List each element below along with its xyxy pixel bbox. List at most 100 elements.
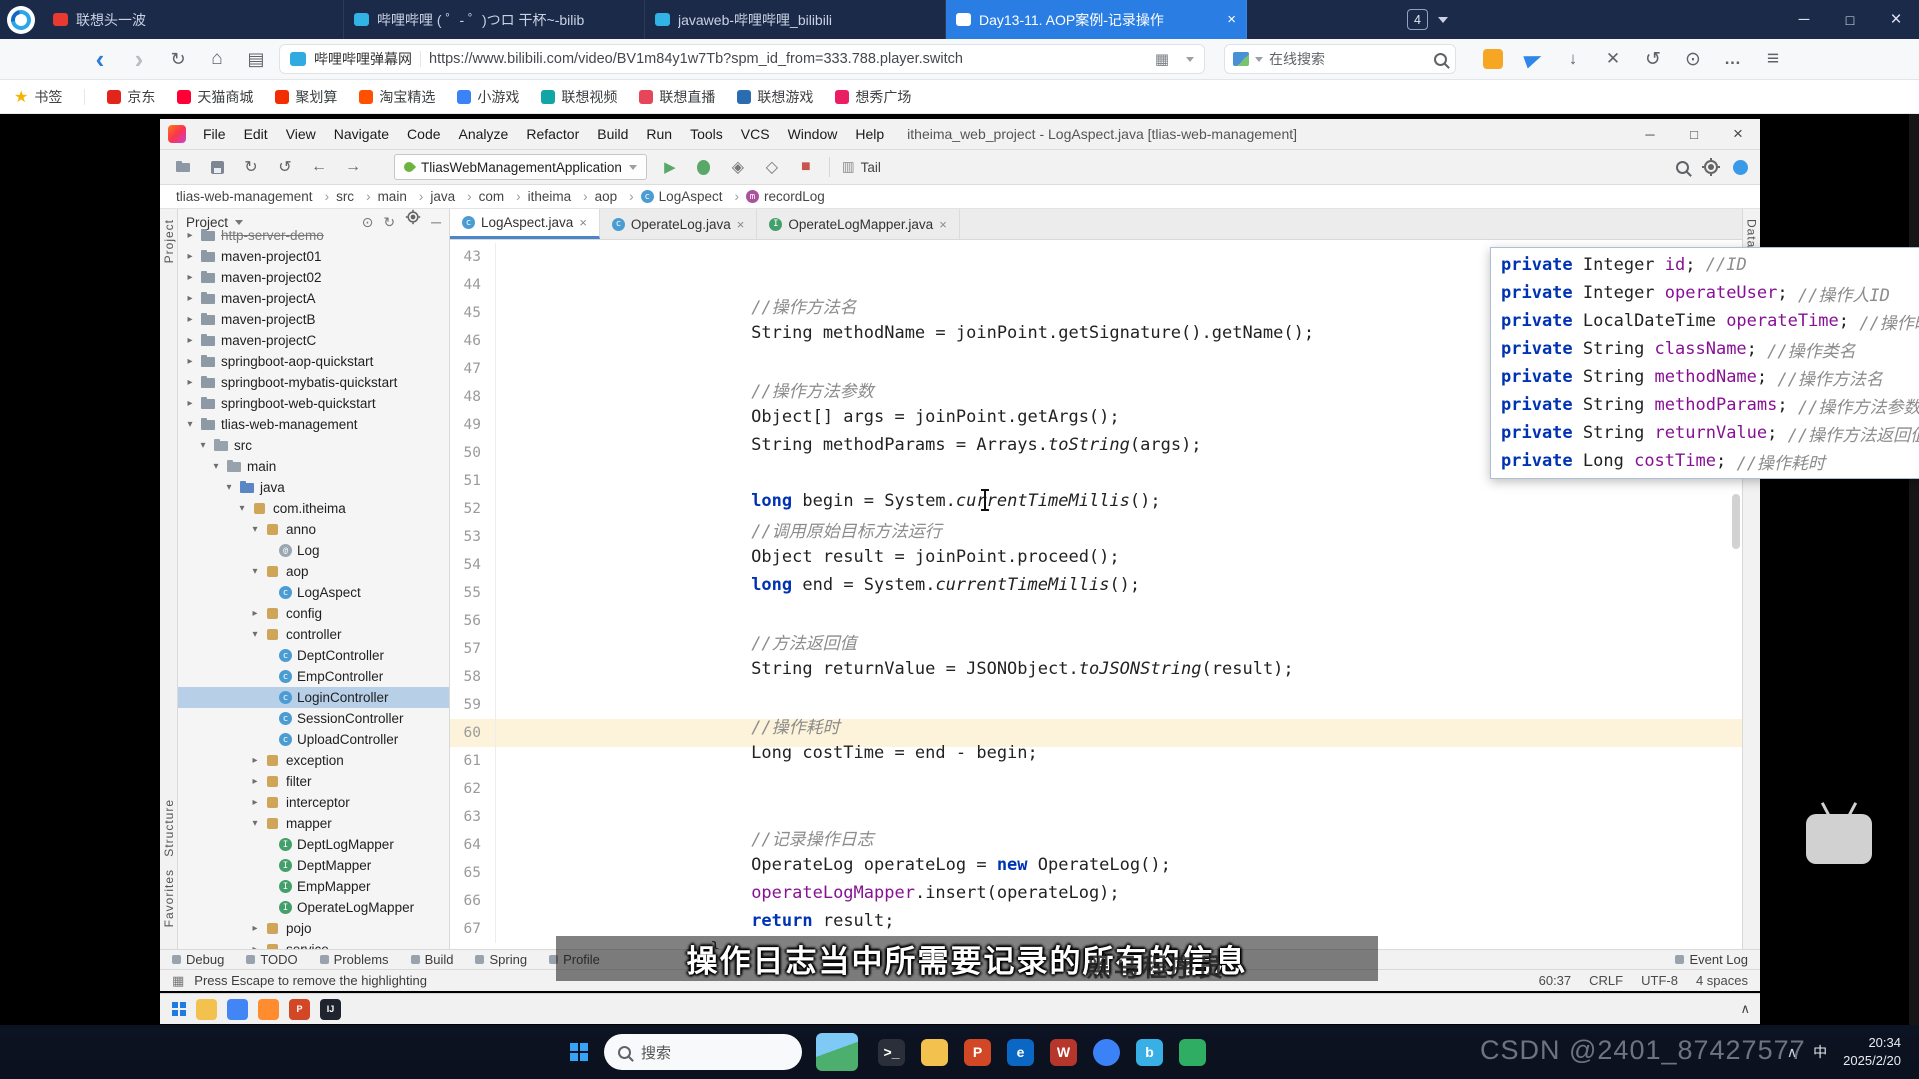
project-tree-item[interactable]: service [178,939,449,949]
taskbar-app-icon[interactable]: P [964,1038,991,1066]
project-tree-item[interactable]: pojo [178,918,449,939]
start-button-icon[interactable] [570,1043,578,1051]
ime-indicator[interactable]: 中 [1813,1042,1827,1062]
tab-list-chevron-icon[interactable] [1437,16,1448,23]
tree-expand-arrow[interactable] [249,524,261,535]
status-item[interactable]: UTF-8 [1641,973,1678,988]
project-tree-item[interactable]: maven-project02 [178,267,449,288]
tree-expand-arrow[interactable] [249,755,261,766]
tree-expand-arrow[interactable] [184,335,196,346]
project-tree-item[interactable]: exception [178,750,449,771]
status-item[interactable]: 4 spaces [1696,973,1748,988]
ide-plugin-icon[interactable] [1733,159,1748,175]
navigate-forward-icon[interactable] [342,158,364,176]
project-tree-item[interactable]: springboot-web-quickstart [178,393,449,414]
open-icon[interactable] [172,161,194,173]
tail-button[interactable]: Tail [842,159,881,175]
event-log-button[interactable]: Event Log [1675,952,1748,967]
menu-item[interactable]: Code [398,119,449,149]
tree-expand-arrow[interactable] [249,818,261,829]
tree-expand-arrow[interactable] [249,923,261,934]
browser-tab[interactable]: javaweb-哔哩哔哩_bilibili [645,0,946,39]
taskbar-app-icon[interactable] [1179,1038,1206,1066]
chevron-down-icon[interactable] [235,219,244,225]
menu-item[interactable]: Window [779,119,847,149]
url-text[interactable]: https://www.bilibili.com/video/BV1m84y1w… [429,51,1138,67]
search-engine-dropdown-icon[interactable] [1255,56,1263,62]
stop-button[interactable] [795,158,817,176]
taskbar-app-icon[interactable] [1093,1038,1120,1066]
tree-expand-arrow[interactable] [197,440,209,451]
project-tree-item[interactable]: maven-project01 [178,246,449,267]
tray-expand-icon[interactable] [1787,1044,1797,1061]
close-tab-icon[interactable] [579,215,587,230]
tree-expand-arrow[interactable] [249,629,261,640]
tree-expand-arrow[interactable] [210,461,222,472]
project-tree-item[interactable]: springboot-mybatis-quickstart [178,372,449,393]
menu-item[interactable]: Edit [235,119,277,149]
tree-expand-arrow[interactable] [249,944,261,949]
tree-expand-arrow[interactable] [249,797,261,808]
search-box[interactable]: 在线搜索 [1224,44,1456,74]
project-tree-item[interactable]: EmpController [178,666,449,687]
window-close-button[interactable] [1873,0,1919,39]
download-button[interactable] [1559,45,1587,73]
project-tree[interactable]: http-server-demo maven-project01 maven [178,225,449,949]
project-tree-item[interactable]: src [178,435,449,456]
tree-expand-arrow[interactable] [236,503,248,514]
tree-expand-arrow[interactable] [184,419,196,430]
qr-code-icon[interactable] [1146,44,1178,74]
project-tree-item[interactable]: controller [178,624,449,645]
tree-expand-arrow[interactable] [184,398,196,409]
recorded-taskbar-app-icon[interactable] [258,998,279,1020]
video-player-area[interactable]: File Edit View Navigate Code Analyze Refactor B… [0,114,1919,1025]
scrollbar-thumb[interactable] [1732,494,1740,549]
address-dropdown-icon[interactable] [1186,56,1194,62]
clip-button[interactable] [1599,45,1627,73]
menu-item[interactable]: File [194,119,235,149]
tree-expand-arrow[interactable] [249,608,261,619]
history-button[interactable] [1679,45,1707,73]
menu-button[interactable] [1759,45,1787,73]
browser-tab[interactable]: 联想头一波 [43,0,344,39]
project-tree-item[interactable]: config [178,603,449,624]
menu-item[interactable]: Tools [681,119,732,149]
project-tree-item[interactable]: aop [178,561,449,582]
home-button[interactable] [201,44,233,74]
project-tree-item[interactable]: LoginController [178,687,449,708]
project-tree-item[interactable]: Log [178,540,449,561]
project-tree-item[interactable]: maven-projectC [178,330,449,351]
menu-item[interactable]: Run [637,119,681,149]
tab-close-icon[interactable] [1227,12,1236,27]
menu-item[interactable]: View [277,119,325,149]
tool-window-tab[interactable]: TODO [246,952,298,967]
weather-widget[interactable] [816,1033,858,1071]
settings-gear-icon[interactable] [1704,160,1718,174]
project-tree-item[interactable]: DeptMapper [178,855,449,876]
taskbar-search-box[interactable]: 搜索 [604,1034,802,1070]
tray-expand-icon[interactable] [1740,1001,1750,1017]
project-tree-item[interactable]: LogAspect [178,582,449,603]
forward-button[interactable] [123,44,155,74]
close-tab-icon[interactable] [737,217,745,232]
window-maximize-button[interactable] [1827,0,1873,39]
tree-expand-arrow[interactable] [184,251,196,262]
breadcrumb-item[interactable]: main [378,189,431,204]
breadcrumb-item[interactable]: recordLog [745,189,825,204]
run-configuration-select[interactable]: TliasWebManagementApplication [394,154,647,180]
coverage-button[interactable] [727,157,749,177]
back-button[interactable] [84,44,116,74]
tool-window-tab[interactable]: Debug [172,952,224,967]
taskbar-clock[interactable]: 20:34 2025/2/20 [1843,1034,1901,1069]
bookmark-item[interactable]: 小游戏 [457,87,519,107]
reload-button[interactable] [162,44,194,74]
editor-tab[interactable]: LogAspect.java [450,209,600,239]
taskbar-app-icon[interactable]: W [1050,1038,1077,1066]
recorded-taskbar-app-icon[interactable] [227,998,248,1020]
tab-count-badge[interactable]: 4 [1407,9,1428,30]
menu-item[interactable]: Navigate [325,119,398,149]
tool-button-project[interactable]: Project [162,219,176,263]
bookmark-item[interactable]: 联想游戏 [737,87,813,107]
save-icon[interactable] [206,160,228,174]
project-tree-item[interactable]: anno [178,519,449,540]
